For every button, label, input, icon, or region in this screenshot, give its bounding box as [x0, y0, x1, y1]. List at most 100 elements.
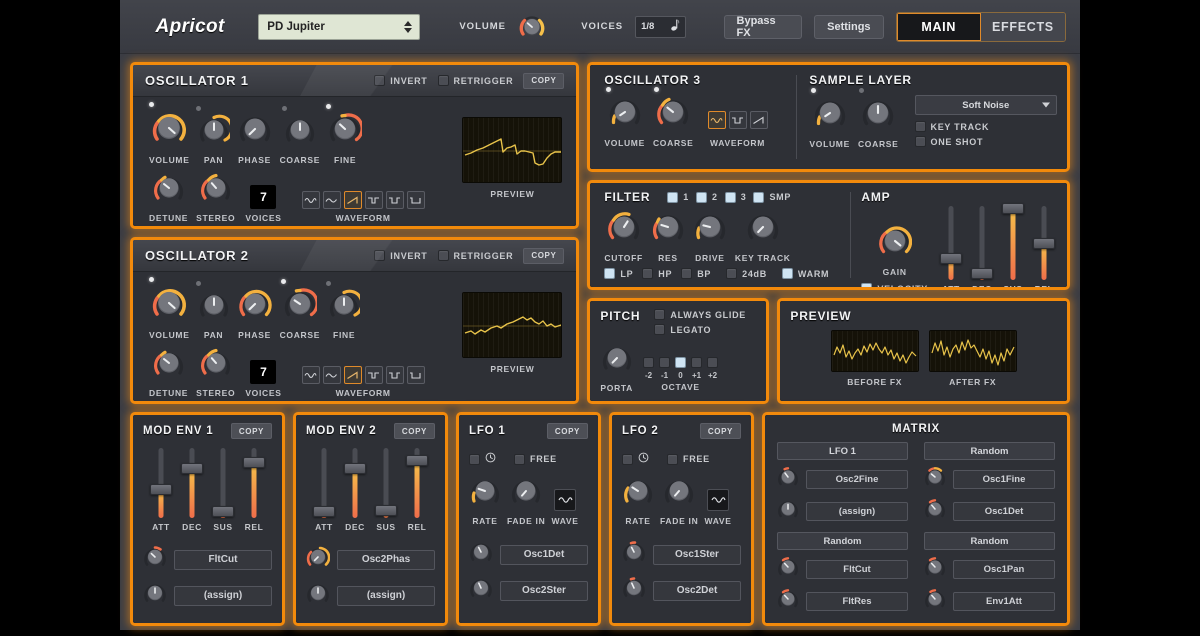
matrix-slot-2-target-1[interactable]: Osc1Fine: [953, 470, 1055, 489]
osc2-waveform-selector[interactable]: WAVEFORM: [301, 366, 425, 398]
osc2-stereo-knob[interactable]: STEREO: [196, 347, 235, 398]
osc1-volume-knob[interactable]: VOLUME: [149, 102, 190, 165]
sample-select-dropdown[interactable]: Soft Noise: [914, 95, 1057, 115]
octave-option-minus1[interactable]: [659, 357, 671, 368]
osc2-copy-button[interactable]: COPY: [523, 247, 565, 264]
octave-option-minus2[interactable]: [643, 357, 655, 368]
lfo-1-copy-button[interactable]: COPY: [546, 423, 588, 439]
matrix-slot-2-row-2[interactable]: Osc1Det: [924, 498, 1055, 525]
matrix-slot-4-row-1[interactable]: Osc1Pan: [924, 556, 1055, 583]
osc1-copy-button[interactable]: COPY: [523, 72, 565, 89]
tab-main[interactable]: MAIN: [896, 12, 981, 41]
sample-key-track-checkbox[interactable]: KEY TRACK: [914, 121, 1057, 132]
filter-warm-checkbox[interactable]: WARM: [781, 268, 829, 279]
osc1-phase-knob[interactable]: PHASE: [238, 112, 272, 165]
lfo-2-assign-2-target[interactable]: Osc2Det: [653, 580, 741, 601]
matrix-slot-1-row-1[interactable]: Osc2Fine: [777, 466, 908, 493]
lfo-1-assign-slot-1[interactable]: Osc1Det: [469, 540, 588, 569]
pitch-always-glide-checkbox[interactable]: ALWAYS GLIDE: [654, 309, 746, 320]
lfo-2-assign-2-amount-knob[interactable]: [622, 576, 646, 605]
matrix-slot-4-row-2[interactable]: Env1Att: [924, 588, 1055, 615]
lfo-1-wave-selector[interactable]: WAVE: [551, 489, 578, 526]
octave-option-plus1[interactable]: [691, 357, 703, 368]
preset-selector[interactable]: PD Jupiter: [258, 13, 421, 40]
env1-sustain-slider[interactable]: SUS: [210, 448, 236, 532]
waveform-step-icon[interactable]: [406, 366, 425, 384]
env1-assign-slot-2[interactable]: (assign): [143, 581, 272, 610]
waveform-triangle-icon[interactable]: [322, 191, 341, 209]
matrix-slot-4-target-1[interactable]: Osc1Pan: [953, 560, 1055, 579]
pitch-octave-selector[interactable]: -2 -1 0 +1 +2 OCTAVE: [643, 357, 719, 393]
env1-assign-1-target[interactable]: FltCut: [174, 549, 272, 570]
lfo-1-wave-sine-icon[interactable]: [554, 489, 577, 511]
osc1-waveform-selector[interactable]: WAVEFORM: [301, 191, 425, 223]
matrix-slot-3-target-1[interactable]: FltCut: [806, 560, 908, 579]
lfo-2-copy-button[interactable]: COPY: [699, 423, 741, 439]
env1-release-slider[interactable]: REL: [241, 448, 267, 532]
lfo-2-assign-1-target[interactable]: Osc1Ster: [653, 544, 741, 565]
osc2-fine-knob[interactable]: FINE: [326, 281, 364, 340]
octave-option-zero[interactable]: [675, 357, 687, 368]
matrix-slot-2-source[interactable]: Random: [924, 442, 1055, 460]
osc1-detune-knob[interactable]: DETUNE: [149, 172, 188, 223]
filter-route-smp-checkbox[interactable]: SMP: [753, 191, 791, 203]
matrix-slot-3-amount-1-knob[interactable]: [777, 556, 799, 583]
env2-decay-slider[interactable]: DEC: [342, 448, 368, 532]
lfo-2-fade-in-knob[interactable]: FADE IN: [660, 475, 698, 526]
osc1-retrigger-checkbox[interactable]: RETRIGGER: [437, 75, 514, 86]
matrix-slot-2-target-2[interactable]: Osc1Det: [953, 502, 1055, 521]
filter-res-knob[interactable]: RES: [651, 210, 685, 263]
matrix-slot-1-row-2[interactable]: (assign): [777, 498, 908, 525]
matrix-slot-1-source[interactable]: LFO 1: [777, 442, 908, 460]
matrix-slot-3-source[interactable]: Random: [777, 532, 908, 550]
osc3-waveform-selector[interactable]: WAVEFORM: [707, 111, 768, 148]
waveform-pulse-icon[interactable]: [728, 111, 747, 129]
filter-slope-checkbox[interactable]: 24dB: [726, 268, 767, 279]
waveform-square-icon[interactable]: [364, 366, 383, 384]
env2-sustain-slider[interactable]: SUS: [373, 448, 399, 532]
mod-env-1-copy-button[interactable]: COPY: [230, 423, 272, 439]
octave-option-plus2[interactable]: [707, 357, 719, 368]
osc2-pan-knob[interactable]: PAN: [195, 281, 230, 340]
env2-assign-2-target[interactable]: (assign): [337, 585, 435, 606]
filter-bp-checkbox[interactable]: BP: [681, 268, 711, 279]
osc2-volume-knob[interactable]: VOLUME: [149, 277, 190, 340]
matrix-slot-3-row-1[interactable]: FltCut: [777, 556, 908, 583]
voices-rate-field[interactable]: 1/8: [635, 15, 687, 38]
filter-route-3-checkbox[interactable]: 3: [724, 191, 747, 203]
waveform-step-icon[interactable]: [406, 191, 425, 209]
env2-assign-slot-1[interactable]: Osc2Phas: [306, 545, 435, 574]
filter-route-1-checkbox[interactable]: 1: [667, 191, 689, 203]
lfo-2-wave-selector[interactable]: WAVE: [704, 489, 731, 526]
matrix-slot-1-target-2[interactable]: (assign): [806, 502, 908, 521]
osc2-retrigger-checkbox[interactable]: RETRIGGER: [437, 250, 514, 261]
waveform-pulse-icon[interactable]: [385, 366, 404, 384]
lfo-1-rate-knob[interactable]: RATE: [469, 475, 501, 526]
env2-assign-slot-2[interactable]: (assign): [306, 581, 435, 610]
matrix-slot-1-amount-2-knob[interactable]: [777, 498, 799, 525]
env2-attack-slider[interactable]: ATT: [311, 448, 337, 532]
sample-coarse-knob[interactable]: COARSE: [858, 88, 899, 149]
mod-env-2-copy-button[interactable]: COPY: [393, 423, 435, 439]
amp-release-slider[interactable]: REL: [1031, 206, 1057, 287]
matrix-slot-2-amount-1-knob[interactable]: [924, 466, 946, 493]
matrix-slot-4-amount-1-knob[interactable]: [924, 556, 946, 583]
lfo-2-assign-slot-1[interactable]: Osc1Ster: [622, 540, 741, 569]
matrix-slot-1-amount-1-knob[interactable]: [777, 466, 799, 493]
pitch-porta-knob[interactable]: PORTA: [600, 342, 633, 393]
osc1-stereo-knob[interactable]: STEREO: [196, 172, 235, 223]
env1-decay-slider[interactable]: DEC: [179, 448, 205, 532]
osc1-voices-stepper[interactable]: 7 VOICES: [245, 185, 281, 223]
lfo-1-assign-1-target[interactable]: Osc1Det: [500, 544, 588, 565]
env2-assign-2-amount-knob[interactable]: [306, 581, 330, 610]
osc2-invert-checkbox[interactable]: INVERT: [374, 250, 427, 261]
waveform-sine-icon[interactable]: [301, 191, 320, 209]
tab-effects[interactable]: EFFECTS: [980, 12, 1065, 41]
matrix-slot-4-target-2[interactable]: Env1Att: [953, 592, 1055, 611]
lfo-1-assign-2-target[interactable]: Osc2Ster: [500, 580, 588, 601]
env1-attack-slider[interactable]: ATT: [148, 448, 174, 532]
matrix-slot-3-target-2[interactable]: FltRes: [806, 592, 908, 611]
osc3-coarse-knob[interactable]: COARSE: [653, 87, 694, 148]
env1-assign-slot-1[interactable]: FltCut: [143, 545, 272, 574]
osc3-volume-knob[interactable]: VOLUME: [604, 87, 645, 148]
